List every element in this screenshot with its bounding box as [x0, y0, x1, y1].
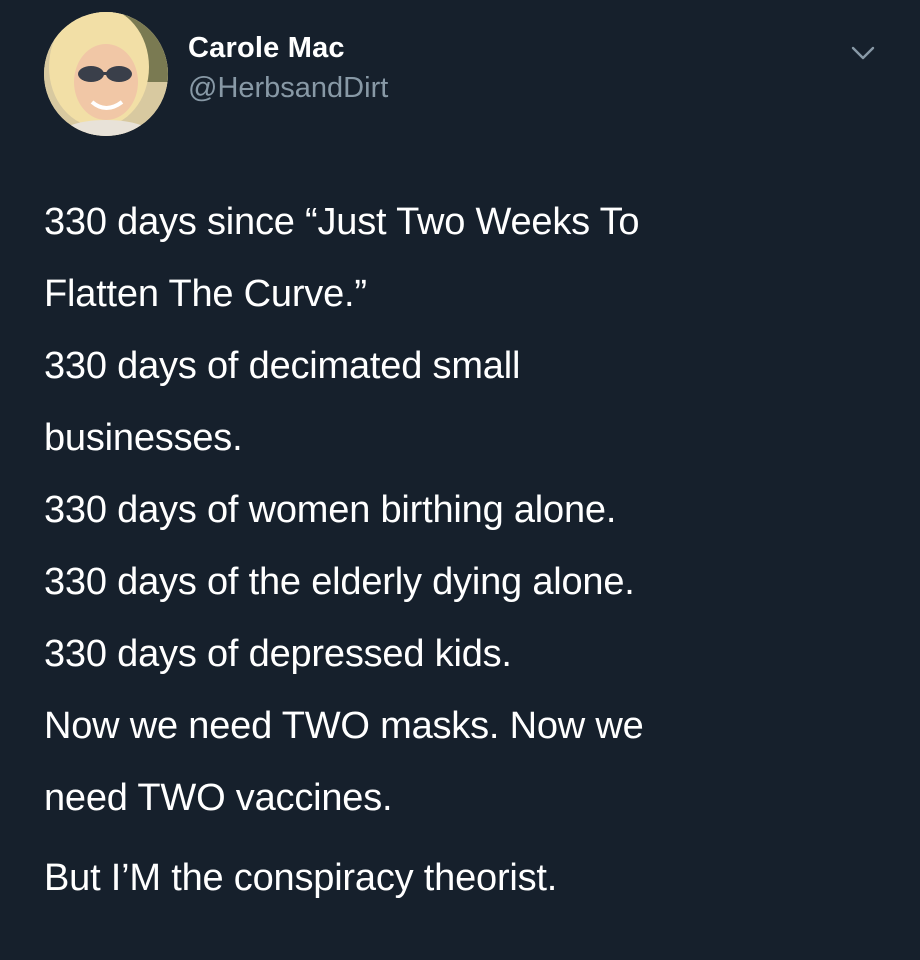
tweet-line: But I’M the conspiracy theorist. [44, 857, 558, 899]
tweet-closing-paragraph: But I’M the conspiracy theorist. [44, 842, 884, 914]
tweet-card: Carole Mac @HerbsandDirt 330 days since … [0, 0, 920, 960]
tweet-paragraph: 330 days since “Just Two Weeks To Flatte… [44, 186, 884, 834]
tweet-text: 330 days since “Just Two Weeks To Flatte… [44, 186, 884, 914]
avatar[interactable] [44, 12, 168, 136]
tweet-line: need TWO vaccines. [44, 777, 393, 819]
display-name[interactable]: Carole Mac [188, 30, 388, 66]
tweet-line: 330 days since “Just Two Weeks To [44, 201, 640, 243]
author-info: Carole Mac @HerbsandDirt [188, 30, 388, 106]
tweet-line: Now we need TWO masks. Now we [44, 705, 644, 747]
avatar-photo [44, 12, 168, 136]
tweet-line: 330 days of the elderly dying alone. [44, 561, 635, 603]
tweet-line: 330 days of decimated small [44, 345, 521, 387]
tweet-line: 330 days of women birthing alone. [44, 489, 617, 531]
tweet-line: 330 days of depressed kids. [44, 633, 512, 675]
user-handle[interactable]: @HerbsandDirt [188, 70, 388, 106]
tweet-line: businesses. [44, 417, 243, 459]
chevron-down-icon[interactable] [846, 36, 880, 70]
tweet-line: Flatten The Curve.” [44, 273, 367, 315]
